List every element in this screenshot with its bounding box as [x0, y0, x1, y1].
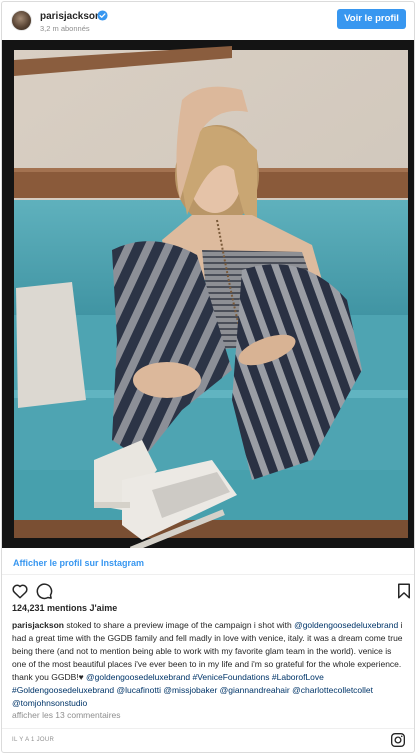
caption-text-1: stoked to share a preview image of the c…	[63, 620, 295, 630]
instagram-glyph-icon[interactable]	[390, 732, 406, 748]
heart-icon[interactable]	[11, 582, 29, 600]
avatar[interactable]	[11, 10, 32, 31]
follower-count: 3,2 m abonnés	[40, 24, 90, 33]
view-profile-button[interactable]: Voir le profil	[337, 9, 406, 29]
divider	[2, 574, 414, 575]
post-header: parisjackson 3,2 m abonnés Voir le profi…	[2, 2, 414, 38]
username[interactable]: parisjackson	[40, 11, 101, 22]
divider	[2, 728, 414, 729]
instagram-embed-card: parisjackson 3,2 m abonnés Voir le profi…	[1, 1, 415, 753]
view-profile-link[interactable]: Afficher le profil sur Instagram	[13, 558, 144, 568]
caption-mention[interactable]: @goldengoosedeluxebrand	[294, 620, 398, 630]
comment-icon[interactable]	[35, 582, 53, 600]
caption: parisjackson stoked to share a preview i…	[12, 619, 406, 710]
post-photo-illustration	[2, 40, 414, 548]
like-count[interactable]: 124,231 mentions J'aime	[12, 603, 117, 613]
post-photo[interactable]	[2, 40, 414, 548]
bookmark-icon[interactable]	[395, 582, 413, 600]
caption-username[interactable]: parisjackson	[12, 620, 64, 630]
view-comments-link[interactable]: afficher les 13 commentaires	[12, 710, 121, 720]
post-timestamp: IL Y A 1 JOUR	[12, 737, 55, 743]
verified-badge-icon	[97, 10, 108, 21]
